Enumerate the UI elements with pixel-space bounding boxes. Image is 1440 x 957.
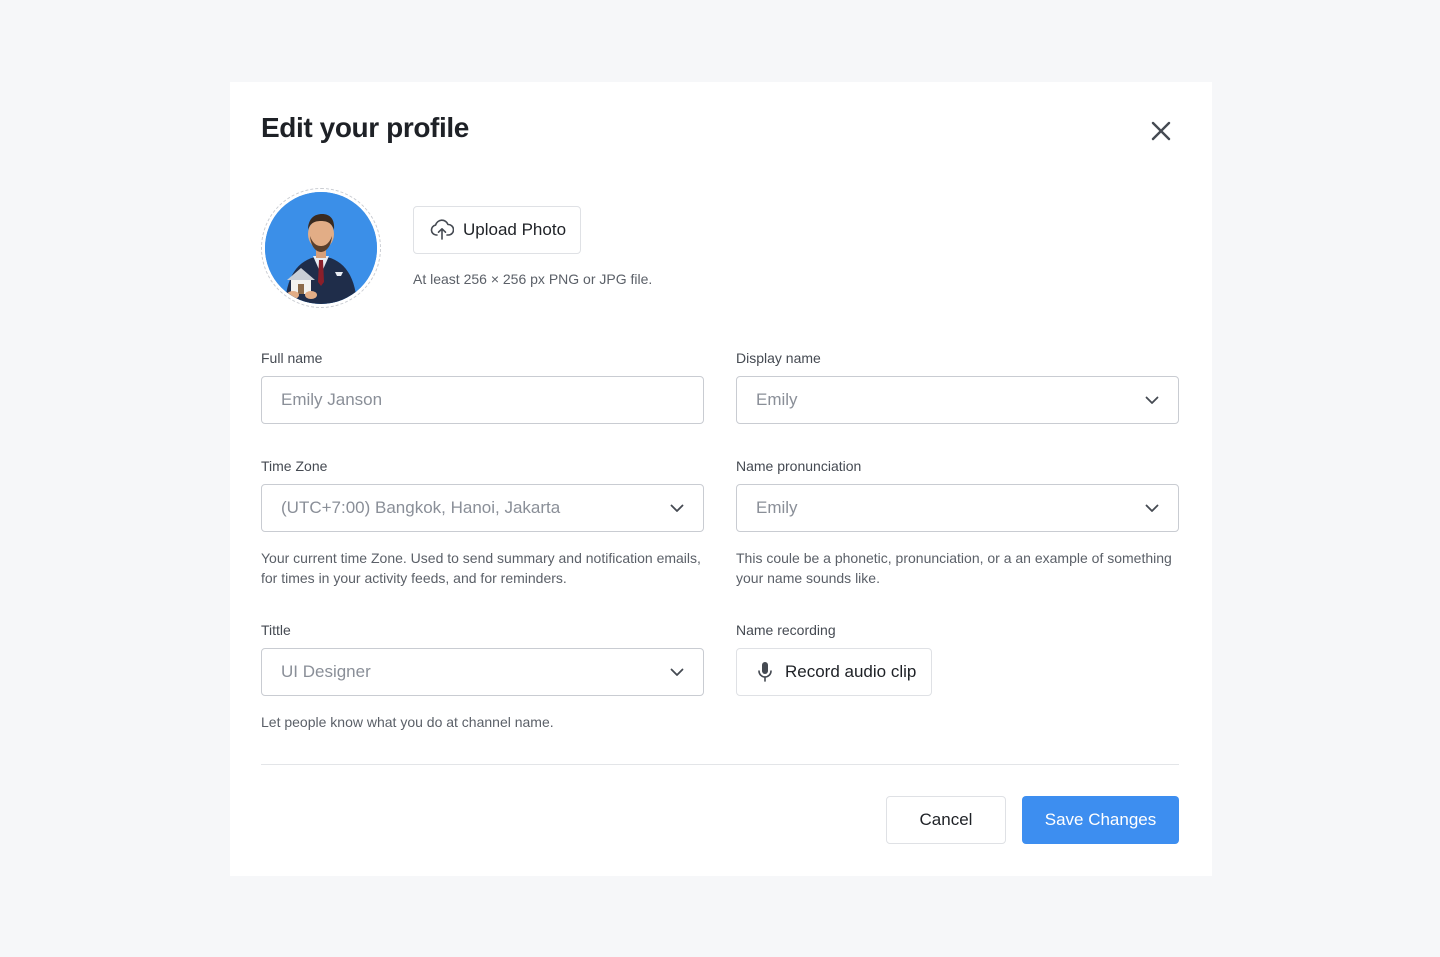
save-changes-button[interactable]: Save Changes (1022, 796, 1179, 844)
upload-photo-button[interactable]: Upload Photo (413, 206, 581, 254)
microphone-icon (758, 662, 772, 682)
chevron-down-icon (670, 668, 684, 676)
name-pronunciation-help: This coule be a phonetic, pronunciation,… (736, 550, 1172, 586)
avatar-frame (261, 188, 381, 308)
full-name-label: Full name (261, 350, 323, 366)
record-audio-button[interactable]: Record audio clip (736, 648, 932, 696)
time-zone-select[interactable]: (UTC+7:00) Bangkok, Hanoi, Jakarta (261, 484, 704, 532)
time-zone-help: Your current time Zone. Used to send sum… (261, 550, 701, 586)
edit-profile-dialog: Edit your profile Upload Photo At least … (230, 82, 1212, 876)
name-pronunciation-select[interactable]: Emily (736, 484, 1179, 532)
cloud-upload-icon (430, 219, 454, 240)
name-pronunciation-value: Emily (756, 498, 798, 517)
title-label: Tittle (261, 622, 291, 638)
upload-photo-label: Upload Photo (463, 220, 567, 239)
name-pronunciation-label: Name pronunciation (736, 458, 862, 474)
display-name-value: Emily (756, 390, 798, 409)
title-select[interactable]: UI Designer (261, 648, 704, 696)
cancel-button[interactable]: Cancel (886, 796, 1006, 844)
avatar-photo (265, 192, 377, 304)
display-name-select[interactable]: Emily (736, 376, 1179, 424)
upload-hint: At least 256 × 256 px PNG or JPG file. (413, 271, 653, 287)
display-name-label: Display name (736, 350, 821, 366)
dialog-title: Edit your profile (261, 112, 469, 143)
close-button[interactable] (1148, 118, 1174, 144)
footer-divider (261, 764, 1179, 765)
full-name-input[interactable] (261, 376, 704, 424)
close-icon (1151, 121, 1171, 141)
title-help: Let people know what you do at channel n… (261, 714, 554, 730)
name-recording-label: Name recording (736, 622, 836, 638)
chevron-down-icon (1145, 504, 1159, 512)
time-zone-value: (UTC+7:00) Bangkok, Hanoi, Jakarta (281, 498, 561, 517)
chevron-down-icon (1145, 396, 1159, 404)
record-audio-label: Record audio clip (785, 662, 917, 681)
title-value: UI Designer (281, 662, 371, 681)
time-zone-label: Time Zone (261, 458, 328, 474)
chevron-down-icon (670, 504, 684, 512)
avatar (265, 192, 377, 304)
